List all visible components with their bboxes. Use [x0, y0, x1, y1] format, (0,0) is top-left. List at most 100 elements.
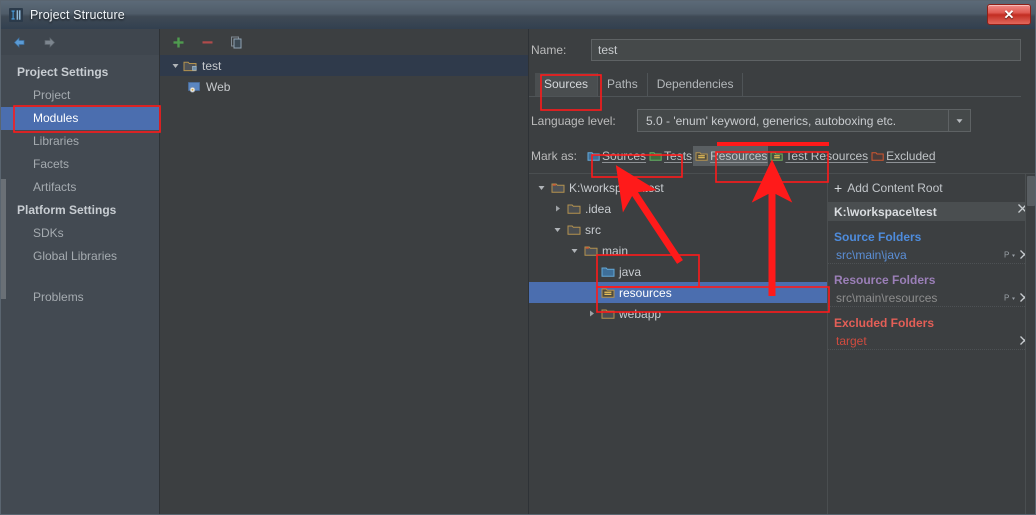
add-content-root-button[interactable]: + Add Content Root — [828, 178, 1035, 198]
language-level-row: Language level: 5.0 - 'enum' keyword, ge… — [529, 109, 1035, 132]
mark-as-tests-label: Tests — [664, 149, 693, 163]
folder-icon — [565, 202, 583, 216]
module-tree-label: test — [202, 58, 222, 73]
mark-as-excluded-label: Excluded — [886, 149, 936, 163]
file-tree-label: webapp — [619, 306, 662, 321]
content-roots-area: K:\workspace\test .idea src main java re… — [529, 173, 1035, 514]
file-tree-row-java[interactable]: java — [529, 261, 827, 282]
add-module-button[interactable] — [170, 34, 187, 51]
excluded-folder-row[interactable]: target — [828, 332, 1031, 350]
file-tree-row-idea[interactable]: .idea — [529, 198, 827, 219]
module-tree-row-web[interactable]: Web — [160, 76, 528, 97]
resource-folder-row[interactable]: src\main\resources P — [828, 289, 1031, 307]
sidebar-item-libraries[interactable]: Libraries — [1, 130, 159, 153]
mark-as-test-resources-button[interactable]: Test Resources — [768, 146, 869, 166]
file-tree-label: src — [585, 222, 601, 237]
chevron-down-icon[interactable] — [533, 183, 549, 192]
mark-as-sources-label: Sources — [602, 149, 647, 163]
chevron-down-icon[interactable] — [549, 225, 565, 234]
module-editor-panel: Name: test Sources Paths Dependencies La… — [529, 29, 1035, 514]
tests-folder-icon — [648, 150, 664, 163]
mark-as-excluded-button[interactable]: Excluded — [869, 146, 936, 166]
sidebar-item-project[interactable]: Project — [1, 84, 159, 107]
svg-text:P: P — [1004, 294, 1009, 303]
content-root-folder-icon — [549, 181, 567, 195]
excluded-folder-path: target — [836, 333, 867, 348]
sources-folder-icon — [586, 150, 602, 163]
sidebar-item-global-libraries[interactable]: Global Libraries — [1, 245, 159, 268]
name-label: Name: — [531, 43, 567, 57]
module-tabs: Sources Paths Dependencies — [529, 73, 1021, 97]
resources-folder-icon — [694, 150, 710, 163]
close-icon: ✕ — [1003, 6, 1015, 22]
mark-as-resources-label: Resources — [710, 149, 768, 163]
sidebar-item-modules[interactable]: Modules — [1, 107, 159, 130]
web-facet-icon — [186, 80, 203, 94]
content-root-file-tree: K:\workspace\test .idea src main java re… — [529, 174, 828, 514]
mark-as-resources-button[interactable]: Resources — [693, 146, 769, 166]
test-resources-folder-icon — [769, 150, 785, 163]
chevron-down-icon[interactable] — [168, 61, 182, 70]
module-tree-row-test[interactable]: test — [160, 55, 528, 76]
dialog-left-scrollbar[interactable] — [1, 179, 6, 299]
sidebar-group-platform-settings: Platform Settings — [17, 203, 117, 217]
excluded-folders-title: Excluded Folders — [834, 316, 935, 330]
copy-icon[interactable] — [228, 34, 245, 51]
name-input-value: test — [598, 43, 618, 57]
name-input[interactable]: test — [591, 39, 1021, 61]
resource-folders-title: Resource Folders — [834, 273, 936, 287]
file-tree-label: main — [602, 243, 629, 258]
navigation-bar — [1, 29, 159, 55]
intellij-idea-icon — [7, 7, 24, 24]
content-root-path: K:\workspace\test — [834, 204, 937, 219]
file-tree-row-resources[interactable]: resources — [529, 282, 827, 303]
chevron-down-icon[interactable] — [948, 110, 970, 131]
file-tree-row-main[interactable]: main — [529, 240, 827, 261]
tab-dependencies[interactable]: Dependencies — [648, 73, 744, 96]
language-level-value: 5.0 - 'enum' keyword, generics, autoboxi… — [646, 113, 897, 128]
content-roots-detail-panel: + Add Content Root K:\workspace\test Sou… — [828, 174, 1035, 514]
resource-folder-path: src\main\resources — [836, 290, 938, 305]
language-level-select[interactable]: 5.0 - 'enum' keyword, generics, autoboxi… — [637, 109, 971, 132]
file-tree-row-webapp[interactable]: webapp — [529, 303, 827, 324]
svg-text:P: P — [1004, 251, 1009, 260]
source-folder-path: src\main\java — [836, 247, 907, 262]
window-title: Project Structure — [30, 8, 125, 22]
language-level-label: Language level: — [531, 113, 616, 128]
module-tree-label: Web — [206, 79, 231, 94]
chevron-right-icon[interactable] — [549, 204, 565, 213]
content-root-folder-icon — [582, 244, 600, 258]
close-window-button[interactable]: ✕ — [987, 4, 1031, 25]
excluded-folder-icon — [870, 150, 886, 163]
sources-folder-icon — [599, 265, 617, 279]
tab-paths[interactable]: Paths — [598, 73, 648, 96]
source-folders-title: Source Folders — [834, 230, 922, 244]
tab-sources[interactable]: Sources — [535, 73, 599, 96]
remove-module-button[interactable] — [199, 34, 216, 51]
file-tree-row-content-root[interactable]: K:\workspace\test — [529, 177, 827, 198]
chevron-down-icon[interactable] — [566, 246, 582, 255]
scrollbar-thumb[interactable] — [1027, 176, 1035, 206]
package-prefix-icon[interactable]: P — [1003, 249, 1017, 260]
mark-as-sources-button[interactable]: Sources — [585, 146, 647, 166]
sidebar-item-problems[interactable]: Problems — [1, 286, 159, 309]
content-root-header: K:\workspace\test — [828, 202, 1035, 221]
mark-as-tests-button[interactable]: Tests — [647, 146, 693, 166]
mark-as-row: Mark as: Sources Tests Resources Test Re… — [529, 146, 1035, 166]
modules-panel: test Web — [160, 29, 529, 514]
file-tree-row-src[interactable]: src — [529, 219, 827, 240]
file-tree-label: .idea — [585, 201, 612, 216]
file-tree-label: java — [619, 264, 642, 279]
arrow-left-icon[interactable] — [11, 34, 27, 50]
roots-panel-scrollbar[interactable] — [1025, 174, 1035, 514]
package-prefix-icon[interactable]: P — [1003, 292, 1017, 303]
source-folder-row[interactable]: src\main\java P — [828, 246, 1031, 264]
add-content-root-label: Add Content Root — [847, 181, 943, 195]
sidebar-item-sdks[interactable]: SDKs — [1, 222, 159, 245]
arrow-right-icon[interactable] — [41, 34, 57, 50]
project-structure-dialog: Project Structure ✕ Project Settings Pro… — [0, 0, 1036, 515]
sidebar-item-artifacts[interactable]: Artifacts — [1, 176, 159, 199]
sidebar-group-project-settings: Project Settings — [17, 65, 109, 79]
sidebar-item-facets[interactable]: Facets — [1, 153, 159, 176]
chevron-right-icon[interactable] — [583, 309, 599, 318]
